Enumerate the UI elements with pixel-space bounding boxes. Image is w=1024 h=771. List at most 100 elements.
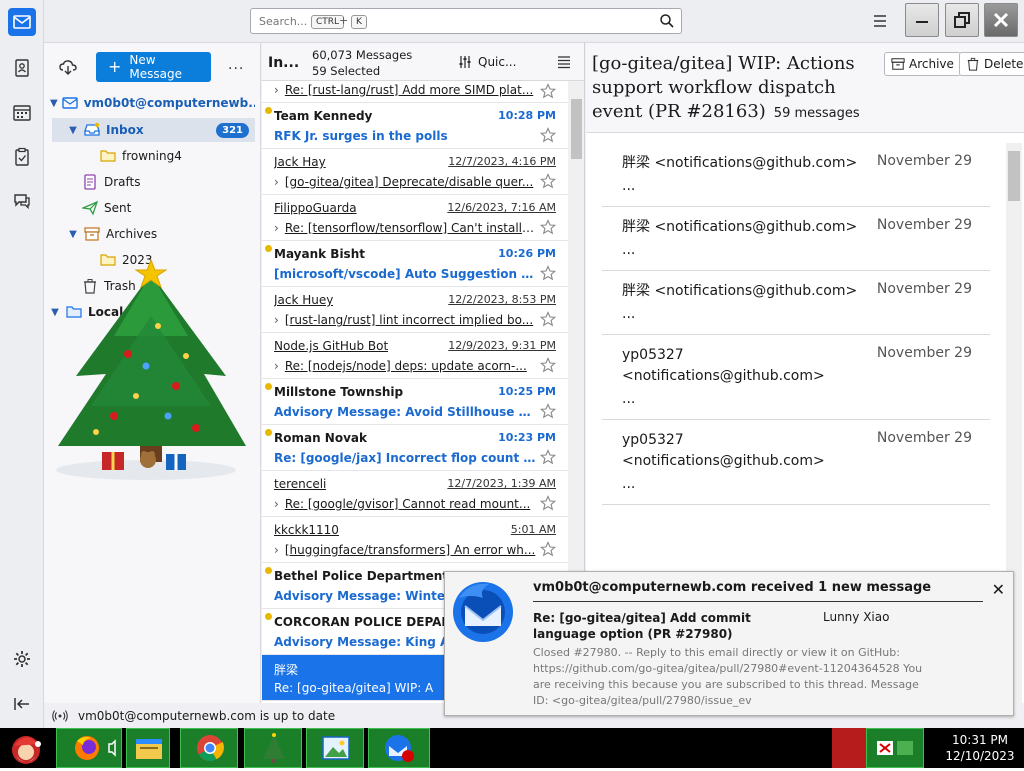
chevron-down-icon[interactable]: ▼ (66, 125, 80, 136)
calendar-space-button[interactable] (8, 98, 36, 126)
taskbar-photo-viewer[interactable] (306, 728, 364, 768)
address-book-icon (15, 59, 29, 77)
message-sender: Jack Hay (274, 155, 326, 169)
star-icon[interactable] (540, 127, 556, 143)
filter-icon (459, 56, 471, 68)
message-subject: [microsoft/vscode] Auto Suggestion Fre..… (274, 267, 536, 281)
taskbar-chrome[interactable] (180, 728, 238, 768)
message-date: 12/2/2023, 8:53 PM (448, 293, 556, 306)
chevron-down-icon[interactable]: ▼ (66, 229, 80, 240)
taskbar-file-explorer[interactable] (126, 728, 170, 768)
gear-icon (14, 651, 30, 667)
delete-button[interactable]: Delete (959, 52, 1024, 76)
thread-message-card[interactable]: yp05327 <notifications@github.com> Novemb… (602, 420, 990, 505)
scrollbar-thumb[interactable] (1008, 151, 1020, 201)
taskbar-firefox[interactable] (56, 728, 122, 768)
thread-message-card[interactable]: 胖梁 <notifications@github.com> November 29… (602, 207, 990, 271)
message-row[interactable]: FilippoGuarda 12/6/2023, 7:16 AM Re: [tens… (262, 195, 568, 241)
star-icon[interactable] (540, 541, 556, 557)
message-sender: Millstone Township (274, 385, 404, 399)
quick-filter-button[interactable]: Quic... (458, 55, 516, 69)
message-row[interactable]: Millstone Township 10:25 PM Advisory Messa… (262, 379, 568, 425)
search-icon[interactable] (659, 13, 675, 29)
thread-header: [go-gitea/gitea] WIP: Actions support wo… (586, 43, 1024, 133)
close-window-button[interactable] (984, 3, 1018, 37)
taskbar-clock[interactable]: 10:31 PM 12/10/2023 (940, 732, 1020, 764)
message-sender: CORCORAN POLICE DEPARTME (274, 615, 454, 629)
folder-drafts[interactable]: Drafts (78, 170, 248, 194)
settings-button[interactable] (8, 645, 36, 673)
star-icon[interactable] (540, 449, 556, 465)
taskbar-thunderbird[interactable] (368, 728, 430, 768)
restore-button[interactable] (945, 3, 979, 37)
online-status-icon[interactable] (52, 709, 68, 723)
thread-message-card[interactable]: yp05327 <notifications@github.com> Novemb… (602, 335, 990, 420)
message-sender: terenceli (274, 477, 327, 491)
start-button[interactable] (2, 728, 50, 768)
archive-button[interactable]: Archive (884, 52, 961, 76)
message-sender: Team Kennedy (274, 109, 373, 123)
folder-pane-more-button[interactable]: ... (228, 57, 244, 73)
thread-message-card[interactable]: 胖梁 <notifications@github.com> November 29… (602, 143, 990, 207)
message-row[interactable]: Node.js GitHub Bot 12/9/2023, 9:31 PM Re: … (262, 333, 568, 379)
message-subject: [huggingface/transformers] An error wh..… (274, 543, 536, 557)
account-name: vm0b0t@computernewb... (83, 96, 255, 110)
star-icon[interactable] (540, 265, 556, 281)
message-row[interactable]: Mayank Bisht 10:26 PM [microsoft/vscode] A… (262, 241, 568, 287)
search-placeholder: Search... (259, 15, 308, 28)
taskbar-tray-indicator[interactable] (832, 728, 866, 768)
taskbar-tree-app[interactable] (244, 728, 302, 768)
mail-space-button[interactable] (8, 8, 36, 36)
account-mail-icon (62, 97, 78, 109)
folder-sent[interactable]: Sent (78, 196, 248, 220)
message-row[interactable]: Jack Hay 12/7/2023, 4:16 PM [go-gitea/gite… (262, 149, 568, 195)
tasks-space-button[interactable] (8, 143, 36, 171)
star-icon[interactable] (540, 173, 556, 189)
address-book-space-button[interactable] (8, 54, 36, 82)
card-preview: ... (622, 242, 636, 258)
collapse-spaces-button[interactable] (8, 690, 36, 718)
new-mail-notification[interactable]: vm0b0t@computernewb.com received 1 new m… (444, 571, 1014, 716)
thread-message-card[interactable]: 胖梁 <notifications@github.com> November 29… (602, 271, 990, 335)
message-date: 10:26 PM (498, 247, 556, 260)
message-counts: 60,073 Messages 59 Selected (312, 47, 412, 79)
tasks-icon (15, 147, 29, 166)
message-row[interactable]: Jack Huey 12/2/2023, 8:53 PM [rust-lang/ru… (262, 287, 568, 333)
account-row[interactable]: ▼ vm0b0t@computernewb... (50, 91, 255, 115)
app-menu-icon[interactable] (868, 10, 892, 32)
star-icon[interactable] (540, 357, 556, 373)
list-view-options-icon[interactable] (556, 54, 572, 70)
message-sender: Bethel Police Department AK (274, 569, 454, 583)
star-icon[interactable] (540, 219, 556, 235)
message-row[interactable]: terenceli 12/7/2023, 1:39 AM Re: [google/g… (262, 471, 568, 517)
folder-frowning4[interactable]: frowning4 (96, 144, 246, 168)
get-messages-icon[interactable] (58, 57, 78, 77)
card-date: November 29 (876, 430, 972, 446)
minimize-button[interactable] (905, 3, 939, 37)
taskbar: 10:31 PM 12/10/2023 (0, 728, 1024, 768)
star-icon[interactable] (540, 83, 556, 99)
star-icon[interactable] (540, 311, 556, 327)
message-row[interactable]: Roman Novak 10:23 PM Re: [google/jax] Inco… (262, 425, 568, 471)
christmas-tree-decoration (56, 258, 246, 480)
folder-archives[interactable]: ▼ Archives (66, 222, 246, 246)
sent-icon (82, 200, 98, 216)
chat-space-button[interactable] (8, 187, 36, 215)
star-icon[interactable] (540, 403, 556, 419)
message-row[interactable]: Team Kennedy 10:28 PM RFK Jr. surges in th… (262, 103, 568, 149)
firefox-icon (75, 736, 116, 760)
card-date: November 29 (876, 345, 972, 361)
close-icon[interactable]: ✕ (992, 580, 1005, 599)
system-tray[interactable] (866, 728, 924, 768)
global-search-box[interactable]: Search... CTRL + K (250, 8, 682, 34)
folder-inbox[interactable]: ▼ Inbox 321 (52, 118, 255, 142)
star-icon[interactable] (540, 495, 556, 511)
status-bar: vm0b0t@computernewb.com is up to date (44, 703, 444, 728)
card-sender: 胖梁 <notifications@github.com> (622, 283, 858, 299)
scrollbar-thumb[interactable] (571, 99, 582, 159)
message-row[interactable]: Re: [rust-lang/rust] Add more SIMD plat.… (262, 81, 568, 103)
thread-message-count: 59 messages (773, 106, 860, 121)
message-row[interactable]: kkckk1110 5:01 AM [huggingface/transformer… (262, 517, 568, 563)
new-message-button[interactable]: + New Message (96, 52, 211, 82)
chevron-down-icon[interactable]: ▼ (50, 98, 58, 109)
